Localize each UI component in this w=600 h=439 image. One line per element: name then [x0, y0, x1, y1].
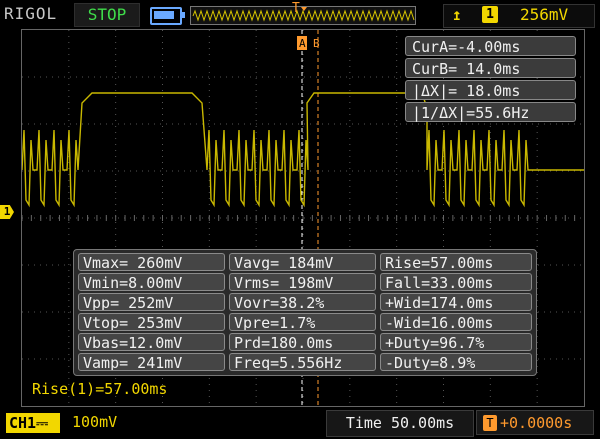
measure-vamp: Vamp= 241mV — [78, 353, 225, 371]
measure-vpp: Vpp= 252mV — [78, 293, 225, 311]
measure-vmax: Vmax= 260mV — [78, 253, 225, 271]
measure-vtop: Vtop= 253mV — [78, 313, 225, 331]
trigger-offset-readout[interactable]: T +0.0000s — [476, 410, 594, 435]
channel-1-scale: 100mV — [72, 413, 118, 431]
measure-vrms: Vrms= 198mV — [229, 273, 376, 291]
dc-coupling-icon: ⎓ — [36, 414, 49, 432]
cursor-readout-panel: CurA=-4.00ms CurB= 14.0ms |ΔX|= 18.0ms |… — [405, 36, 576, 122]
trigger-level: 256mV — [520, 5, 569, 24]
rising-edge-icon: ↥ — [452, 5, 462, 24]
channel-1-offset-marker[interactable]: 1 — [0, 205, 14, 219]
timebase-readout[interactable]: Time 50.00ms — [326, 410, 474, 437]
measure-vavg: Vavg= 184mV — [229, 253, 376, 271]
memory-waveform-preview — [192, 7, 415, 22]
measure-preshoot: Vpre=1.7% — [229, 313, 376, 331]
cursor-a-marker: A — [299, 37, 306, 50]
cursor-inverse-delta-x-readout: |1/ΔX|=55.6Hz — [405, 102, 576, 122]
memory-overview-window[interactable] — [190, 6, 416, 25]
measure-positive-width: +Wid=174.0ms — [380, 293, 532, 311]
cursor-a-readout: CurA=-4.00ms — [405, 36, 576, 56]
trigger-settings-box[interactable] — [443, 4, 595, 28]
measure-rise: Rise=57.00ms — [380, 253, 532, 271]
measure-frequency: Freq=5.556Hz — [229, 353, 376, 371]
run-stop-status[interactable]: STOP — [74, 3, 140, 27]
measure-fall: Fall=33.00ms — [380, 273, 532, 291]
measure-positive-duty: +Duty=96.7% — [380, 333, 532, 351]
trigger-offset-value: +0.0000s — [500, 414, 573, 432]
cursor-b-readout: CurB= 14.0ms — [405, 58, 576, 78]
brand-label: RIGOL — [4, 4, 58, 23]
measure-overshoot: Vovr=38.2% — [229, 293, 376, 311]
measure-vbase: Vbas=12.0mV — [78, 333, 225, 351]
cursor-delta-x-readout: |ΔX|= 18.0ms — [405, 80, 576, 100]
channel-1-label: CH1 — [9, 414, 37, 432]
measure-negative-width: -Wid=16.00ms — [380, 313, 532, 331]
trigger-position-marker: T — [292, 1, 300, 16]
measure-vmin: Vmin=8.00mV — [78, 273, 225, 291]
channel-1-button[interactable]: CH1⎓ — [6, 413, 60, 433]
cursor-b-marker: B — [313, 37, 320, 50]
active-measurement-readout: Rise(1)=57.00ms — [32, 380, 168, 398]
measure-negative-duty: -Duty=8.9% — [380, 353, 532, 371]
battery-icon — [150, 7, 185, 25]
trigger-offset-icon: T — [483, 415, 497, 431]
measure-period: Prd=180.0ms — [229, 333, 376, 351]
measurement-table: Vmax= 260mV Vmin=8.00mV Vpp= 252mV Vtop=… — [73, 249, 537, 376]
trigger-source-badge: 1 — [482, 6, 498, 23]
